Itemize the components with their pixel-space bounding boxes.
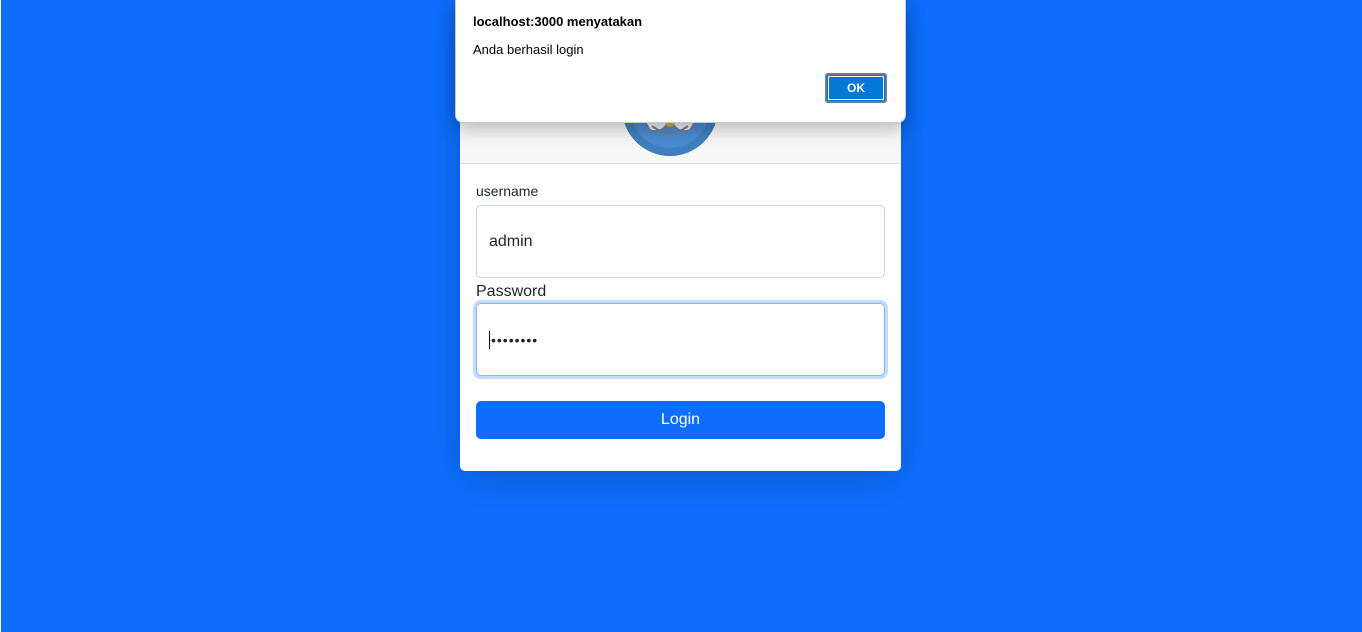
username-label: username: [476, 183, 539, 199]
dialog-message: Anda berhasil login: [473, 42, 584, 57]
password-input[interactable]: ••••••••: [476, 303, 885, 376]
password-label: Password: [476, 283, 547, 300]
password-value: ••••••••: [491, 331, 539, 348]
text-caret: [489, 330, 490, 349]
dialog-title: localhost:3000 menyatakan: [473, 14, 643, 29]
page-edge: [0, 0, 1, 632]
alert-dialog: localhost:3000 menyatakan Anda berhasil …: [455, 0, 906, 123]
username-input[interactable]: admin: [476, 205, 885, 278]
login-button[interactable]: Login: [476, 401, 885, 439]
ok-button[interactable]: OK: [825, 73, 887, 103]
username-value: admin: [489, 232, 533, 250]
